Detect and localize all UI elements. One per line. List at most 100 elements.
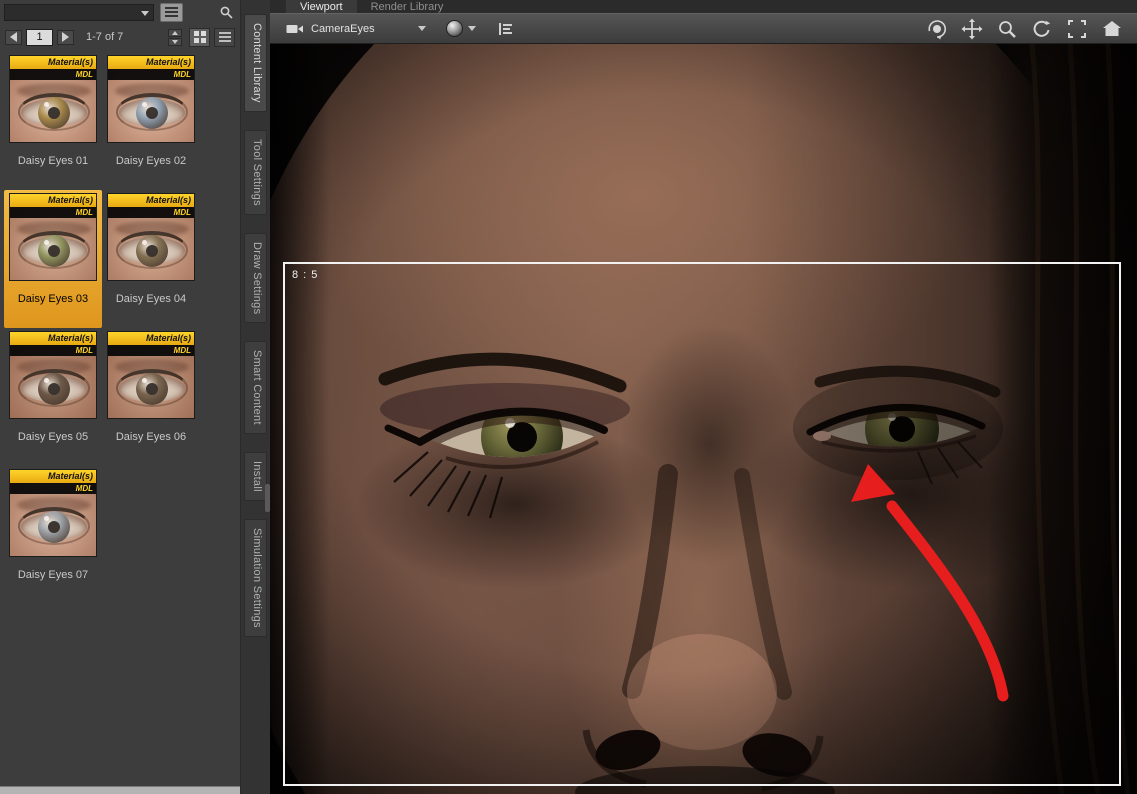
material-badge: Material(s) [108, 56, 194, 69]
thumb-eye [21, 513, 87, 540]
mdl-badge: MDL [10, 483, 96, 494]
mdl-badge: MDL [108, 345, 194, 356]
thumb-eyebrow [115, 83, 189, 99]
thumb-eyebrow [115, 221, 189, 237]
list-lines-icon [165, 7, 178, 9]
material-thumbnail[interactable]: Material(s) MDL [9, 469, 97, 557]
thumb-pupil [48, 245, 60, 257]
thumb-eyebrow [115, 359, 189, 375]
chevron-down-icon [418, 26, 426, 31]
orbit-camera-button[interactable] [924, 16, 950, 42]
side-tab-draw-settings[interactable]: Draw Settings [244, 232, 267, 323]
material-badge: Material(s) [10, 332, 96, 345]
thumb-pupil [146, 245, 158, 257]
item-label: Daisy Eyes 04 [115, 293, 187, 305]
drawstyle-selector[interactable] [446, 20, 476, 37]
page-range-label: 1-7 of 7 [86, 31, 124, 43]
thumb-highlight [44, 516, 49, 521]
page-input[interactable] [26, 28, 53, 46]
material-thumbnail[interactable]: Material(s) MDL [107, 331, 195, 419]
arrow-shaft [886, 500, 1009, 702]
arrow-right-icon [62, 32, 69, 42]
side-tab-tool-settings[interactable]: Tool Settings [244, 129, 267, 215]
outline-icon [499, 22, 512, 35]
material-badge: Material(s) [108, 194, 194, 207]
tab-render-library[interactable]: Render Library [357, 0, 458, 13]
library-item[interactable]: Material(s) MDL Daisy Eyes 05 [4, 328, 102, 466]
grid-icon [193, 31, 206, 43]
grid-view-button[interactable] [189, 27, 210, 47]
chevron-down-icon [468, 26, 476, 31]
sort-down-button[interactable] [168, 37, 182, 46]
thumb-eye [21, 375, 87, 402]
side-tab-install[interactable]: Install [244, 451, 267, 501]
arrow-head [851, 464, 895, 502]
daz-studio-window: 1-7 of 7 Ma [0, 0, 1137, 794]
material-thumbnail[interactable]: Material(s) MDL [9, 55, 97, 143]
thumb-lashline [18, 369, 90, 407]
thumb-eyebrow [17, 497, 91, 513]
pan-icon [961, 18, 983, 39]
thumb-eye [119, 99, 185, 126]
material-thumbnail[interactable]: Material(s) MDL [9, 193, 97, 281]
viewport-canvas[interactable]: 8 : 5 [270, 44, 1137, 794]
orbit-icon [928, 19, 946, 39]
item-label: Daisy Eyes 02 [115, 155, 187, 167]
mdl-badge: MDL [10, 345, 96, 356]
library-filter-dropdown[interactable] [4, 3, 154, 21]
side-tab-content-library[interactable]: Content Library [244, 14, 267, 112]
document-tab-bar: Viewport Render Library [270, 0, 1137, 13]
mdl-badge: MDL [10, 69, 96, 80]
library-item[interactable]: Material(s) MDL Daisy Eyes 01 [4, 52, 102, 190]
triangle-up-icon [172, 30, 178, 35]
thumb-highlight [44, 102, 49, 107]
material-thumbnail[interactable]: Material(s) MDL [9, 331, 97, 419]
zoom-camera-button[interactable] [994, 16, 1020, 42]
sort-up-button[interactable] [168, 28, 182, 37]
thumb-highlight [142, 378, 147, 383]
library-item[interactable]: Material(s) MDL Daisy Eyes 04 [102, 190, 200, 328]
prev-page-button[interactable] [5, 29, 22, 45]
search-icon [220, 6, 233, 19]
sort-buttons [168, 28, 182, 46]
thumb-pupil [146, 107, 158, 119]
arrow-left-icon [10, 32, 17, 42]
thumb-lashline [116, 369, 188, 407]
mdl-badge: MDL [108, 207, 194, 218]
frame-camera-button[interactable] [1064, 16, 1090, 42]
chevron-down-icon [141, 10, 149, 16]
thumb-iris [136, 97, 168, 129]
thumb-iris [38, 235, 70, 267]
side-tab-smart-content[interactable]: Smart Content [244, 340, 267, 434]
thumb-pupil [48, 383, 60, 395]
search-button[interactable] [216, 2, 236, 22]
side-tab-simulation-settings[interactable]: Simulation Settings [244, 518, 267, 637]
library-item[interactable]: Material(s) MDL Daisy Eyes 06 [102, 328, 200, 466]
horizontal-scrollbar[interactable] [0, 786, 270, 794]
pan-camera-button[interactable] [959, 16, 985, 42]
library-item[interactable]: Material(s) MDL Daisy Eyes 02 [102, 52, 200, 190]
view-options-button[interactable] [160, 2, 183, 22]
camera-home-button[interactable] [1099, 16, 1125, 42]
view-options-toolbar-button[interactable] [498, 22, 514, 36]
frame-icon [1068, 19, 1086, 38]
thumb-eye [21, 237, 87, 264]
thumb-eye [119, 375, 185, 402]
rotate-camera-button[interactable] [1029, 16, 1055, 42]
library-item[interactable]: Material(s) MDL Daisy Eyes 07 [4, 466, 102, 604]
library-item[interactable]: Material(s) MDL Daisy Eyes 03 [4, 190, 102, 328]
tab-viewport[interactable]: Viewport [286, 0, 357, 13]
material-thumbnail[interactable]: Material(s) MDL [107, 193, 195, 281]
thumb-highlight [44, 378, 49, 383]
thumb-highlight [44, 240, 49, 245]
list-view-button[interactable] [214, 27, 235, 47]
camera-selector-label: CameraEyes [311, 22, 375, 35]
thumb-iris [38, 97, 70, 129]
item-label: Daisy Eyes 03 [17, 293, 89, 305]
camera-selector[interactable]: CameraEyes [280, 18, 432, 40]
next-page-button[interactable] [57, 29, 74, 45]
pagination-bar: 1-7 of 7 [0, 24, 240, 50]
material-badge: Material(s) [10, 470, 96, 483]
material-thumbnail[interactable]: Material(s) MDL [107, 55, 195, 143]
thumb-eye [119, 237, 185, 264]
